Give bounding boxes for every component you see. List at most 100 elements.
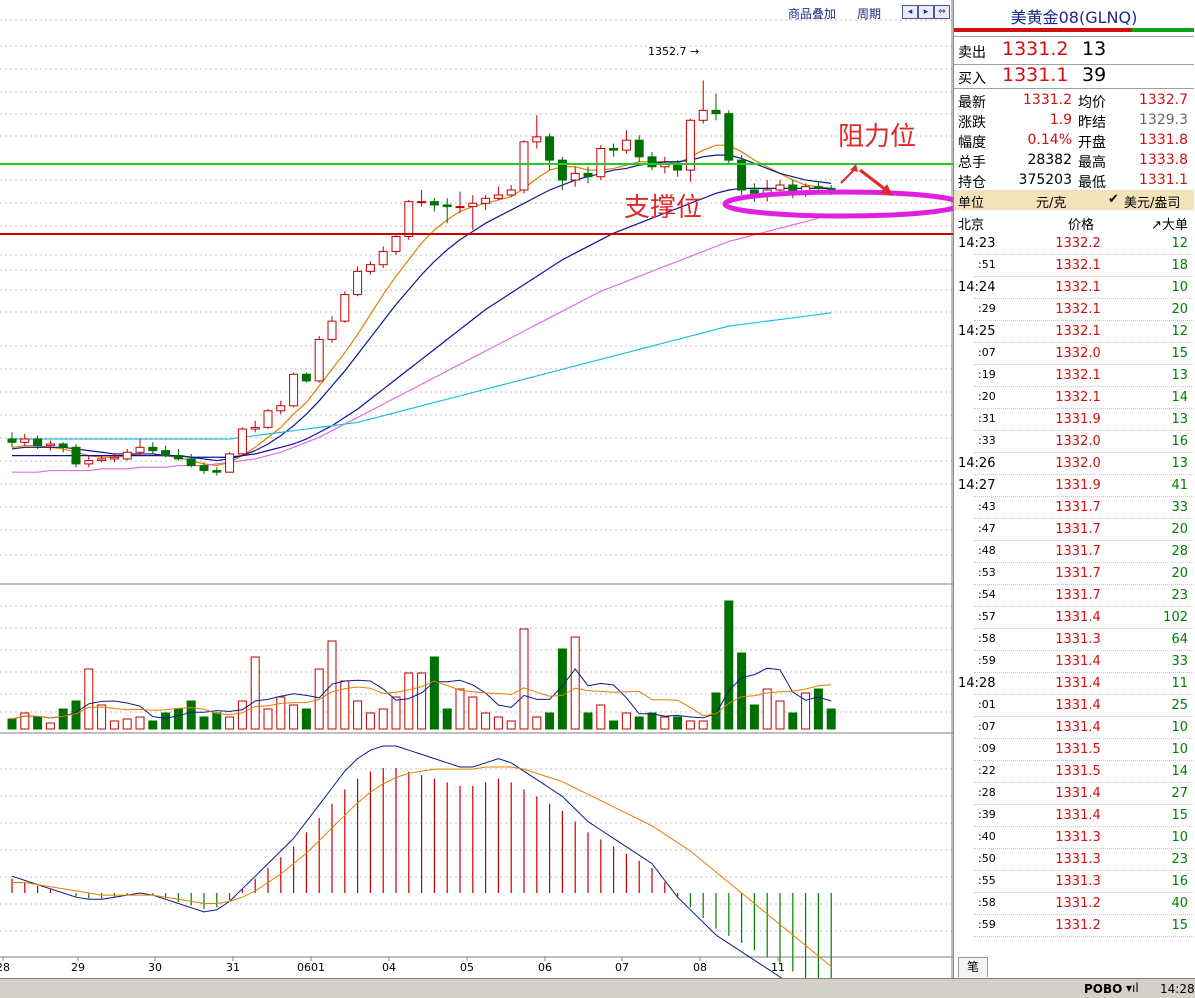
tick-price: 1331.4 — [1055, 654, 1101, 669]
tick-time: :33 — [978, 434, 996, 447]
sell-qty: 13 — [1082, 38, 1107, 60]
stat-row: 涨跌 1.9 昨结 1329.3 — [954, 110, 1194, 131]
tick-volume: 20 — [1171, 566, 1188, 581]
period-link[interactable]: 周期 — [857, 5, 881, 22]
volume-bar — [148, 720, 158, 730]
tick-time: 14:25 — [958, 324, 996, 339]
tick-row: :01 1331.4 25 — [954, 695, 1194, 717]
tick-time: 14:26 — [958, 456, 996, 471]
volume-bar — [545, 712, 555, 730]
divider — [954, 36, 1194, 37]
tick-volume: 14 — [1171, 390, 1188, 405]
volume-bar — [788, 712, 798, 730]
candle — [225, 452, 235, 473]
resistance-label: 阻力位 — [838, 122, 917, 152]
tick-time: :29 — [978, 302, 996, 315]
volume-bar — [775, 700, 785, 730]
volume-bar — [353, 700, 363, 730]
tick-price: 1331.4 — [1055, 610, 1101, 625]
volume-bar — [481, 712, 491, 730]
tick-row: :07 1332.0 15 — [954, 343, 1194, 365]
tick-row: :58 1331.3 64 — [954, 629, 1194, 651]
col-vol-header: ↗大单 — [1151, 218, 1188, 233]
unit-usd[interactable]: 美元/盎司 — [1124, 192, 1180, 211]
title-underline — [954, 28, 1132, 32]
volume-bar — [468, 696, 478, 730]
tick-volume: 16 — [1171, 874, 1188, 889]
candle — [314, 336, 324, 383]
tick-time: :59 — [978, 654, 996, 667]
candle — [724, 110, 734, 164]
stat-label: 涨跌 — [958, 115, 986, 131]
tick-price: 1331.4 — [1055, 720, 1101, 735]
expand-icon[interactable]: ⇔ — [934, 5, 950, 19]
x-tick-label: 30 — [148, 961, 162, 974]
volume-bar — [532, 716, 542, 730]
volume-bar — [237, 700, 247, 730]
tick-volume: 13 — [1171, 456, 1188, 471]
stat-label: 昨结 — [1078, 115, 1106, 131]
sell-row: 卖出 1331.2 13 — [954, 38, 1194, 64]
tick-price: 1331.3 — [1055, 874, 1101, 889]
tick-price: 1331.4 — [1055, 808, 1101, 823]
stat-value: 1.9 — [1049, 112, 1072, 128]
x-tick-label: 11 — [771, 961, 785, 974]
volume-bar — [749, 704, 759, 730]
candle — [301, 372, 311, 383]
x-tick-label: 07 — [615, 961, 629, 974]
volume-bar — [826, 708, 836, 730]
tick-volume: 41 — [1171, 478, 1188, 493]
volume-bar — [97, 704, 107, 730]
tick-volume: 40 — [1171, 896, 1188, 911]
tick-volume: 18 — [1171, 258, 1188, 273]
stat-label: 总手 — [958, 155, 986, 171]
candle — [596, 145, 606, 181]
stat-value: 1331.1 — [1139, 172, 1188, 188]
tick-volume: 15 — [1171, 808, 1188, 823]
candle — [353, 266, 363, 297]
volume-bar — [813, 688, 823, 730]
x-tick-label: 31 — [226, 961, 240, 974]
arrow-right-icon[interactable]: ▸ — [918, 5, 934, 19]
stat-row: 持仓 375203 最低 1331.1 — [954, 170, 1194, 191]
volume-bar — [647, 712, 657, 730]
volume-bar — [609, 720, 619, 730]
tick-row: :47 1331.7 20 — [954, 519, 1194, 541]
stat-label: 最新 — [958, 95, 986, 111]
tick-row: :55 1331.3 16 — [954, 871, 1194, 893]
tick-time: :50 — [978, 852, 996, 865]
x-tick-label: 29 — [71, 961, 85, 974]
tick-price: 1332.0 — [1055, 434, 1101, 449]
tick-volume: 27 — [1171, 786, 1188, 801]
tick-price: 1332.1 — [1055, 280, 1101, 295]
stat-label: 幅度 — [958, 135, 986, 151]
volume-bar — [429, 656, 439, 730]
x-tick-label: 28 — [0, 961, 10, 974]
chart-area[interactable]: 28 29 30 31 0601 04 05 06 07 08 11 1352.7 → — [0, 0, 953, 978]
nav-buttons[interactable]: ◂ ▸ ⇔ — [902, 5, 950, 19]
volume-bar — [161, 712, 171, 730]
tick-row: 14:28 1331.4 11 — [954, 673, 1194, 695]
volume-bar — [570, 636, 580, 730]
volume-bar — [493, 716, 503, 730]
tick-price: 1331.3 — [1055, 852, 1101, 867]
tick-volume: 13 — [1171, 412, 1188, 427]
tick-volume: 15 — [1171, 918, 1188, 933]
stat-label: 最低 — [1078, 175, 1106, 191]
volume-bar — [289, 704, 299, 730]
volume-bar — [506, 720, 516, 730]
buy-row: 买入 1331.1 39 — [954, 64, 1194, 90]
tick-price: 1332.1 — [1055, 390, 1101, 405]
volume-bar — [685, 720, 695, 730]
tick-volume: 14 — [1171, 764, 1188, 779]
arrow-left-icon[interactable]: ◂ — [902, 5, 918, 19]
tick-volume: 20 — [1171, 302, 1188, 317]
overlay-link[interactable]: 商品叠加 — [788, 5, 836, 22]
tick-divider — [974, 936, 1194, 937]
tick-time: :39 — [978, 808, 996, 821]
volume-bar — [327, 640, 337, 730]
quote-panel: 美黄金08(GLNQ) 卖出 1331.2 13 买入 1331.1 39 最新… — [953, 0, 1195, 978]
tick-price: 1331.7 — [1055, 522, 1101, 537]
tick-volume: 10 — [1171, 830, 1188, 845]
tab-strokes[interactable]: 笔 — [958, 957, 988, 977]
